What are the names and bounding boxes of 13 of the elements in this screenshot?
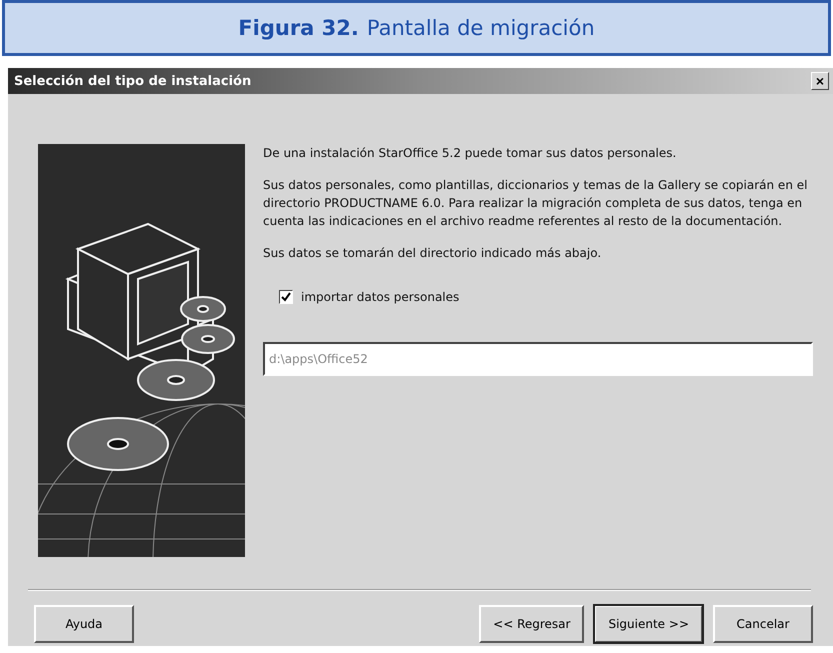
dialog-button[interactable]: << Regresar <box>479 605 584 643</box>
figure-caption: Figura 32. Pantalla de migración <box>2 0 831 56</box>
dialog-button[interactable]: Cancelar <box>713 605 813 643</box>
info-text: De una instalación StarOffice 5.2 puede tomar sus datos personales. <box>263 145 678 162</box>
checkbox[interactable] <box>279 290 293 304</box>
dialog-button[interactable]: Ayuda <box>34 605 134 643</box>
path-field[interactable]: d:\apps\Office52 <box>263 342 813 376</box>
close-button[interactable]: × <box>811 72 829 90</box>
info-text: Sus datos se tomarán del directorio indicado más abajo. <box>263 245 602 262</box>
dialog-button[interactable]: Siguiente >> <box>594 605 703 643</box>
info-text: Sus datos personales, como plantillas, diccionarios y temas de la Gallery se copiarán en el directorio PRODUCTNAME 6.0. Para realizar la migración completa de sus datos, tenga en cuenta las indicaciones en el archivo readme referentes al resto de la documentación. <box>263 177 808 230</box>
checkbox-label: importar datos personales <box>301 290 460 304</box>
window-title: Selección del tipo de instalación <box>14 74 252 88</box>
